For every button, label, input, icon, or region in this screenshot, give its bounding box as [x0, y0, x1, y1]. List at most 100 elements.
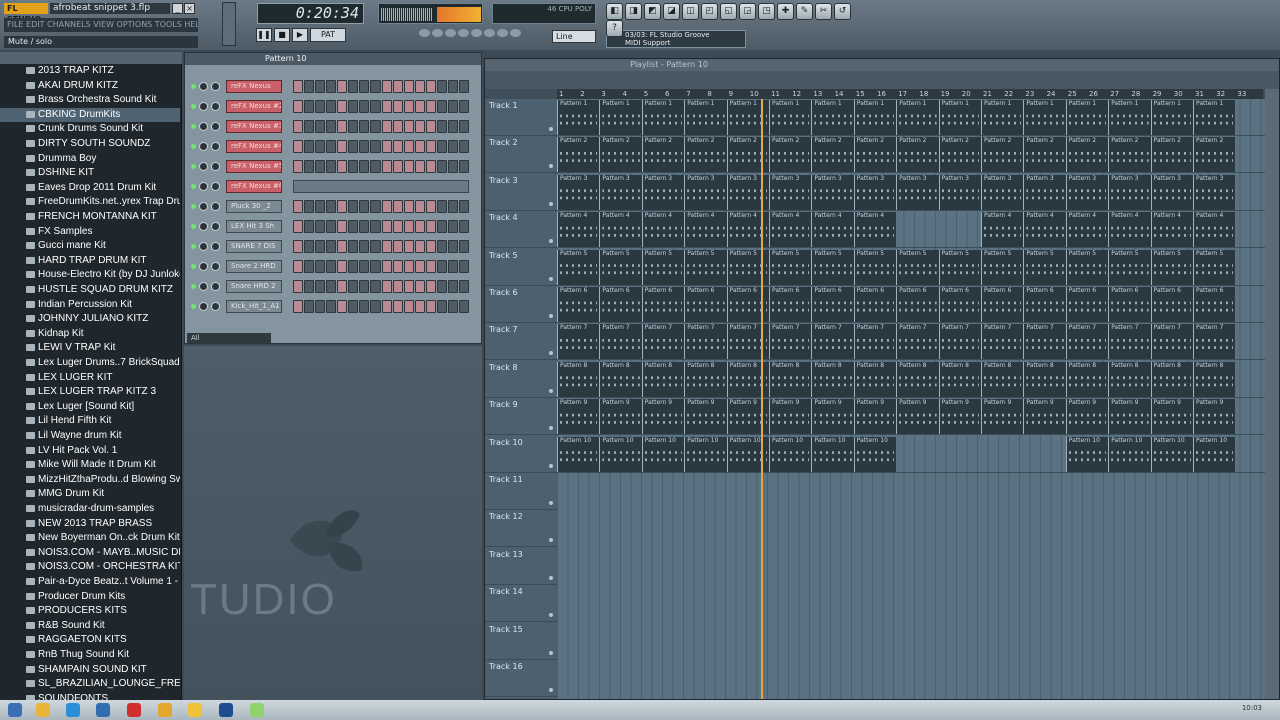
volume-knob[interactable]: [211, 222, 220, 231]
pattern-clip[interactable]: Pattern 6: [1150, 287, 1193, 322]
browser-folder-item[interactable]: NOIS3.COM - ORCHESTRA KIT: [0, 560, 180, 574]
step-button[interactable]: [403, 160, 414, 173]
step-button[interactable]: [425, 220, 436, 233]
pattern-clip[interactable]: Pattern 1: [1023, 100, 1066, 135]
pattern-clip[interactable]: Pattern 7: [557, 324, 600, 360]
step-button[interactable]: [447, 80, 458, 93]
channel-name-button[interactable]: Snare 2 HRD: [226, 260, 282, 273]
step-button[interactable]: [315, 160, 326, 173]
step-button[interactable]: [392, 300, 403, 313]
pattern-clip[interactable]: Pattern 7: [1108, 324, 1151, 360]
browser-folder-item[interactable]: LEWI V TRAP Kit: [0, 341, 180, 355]
pattern-clip[interactable]: Pattern 1: [811, 100, 854, 135]
step-button[interactable]: [315, 280, 326, 293]
pattern-clip[interactable]: Pattern 5: [1023, 249, 1066, 285]
minimize-button[interactable]: _: [172, 3, 183, 14]
pattern-clip[interactable]: Pattern 4: [1065, 212, 1109, 248]
track-led-icon[interactable]: [549, 314, 553, 318]
pattern-clip[interactable]: Pattern 3: [981, 174, 1024, 210]
playlist-toolbar[interactable]: [485, 71, 1279, 89]
snap-icon[interactable]: [471, 29, 482, 37]
channel-name-button[interactable]: Snare HRD 2: [226, 280, 282, 293]
step-button[interactable]: [436, 100, 447, 113]
step-button[interactable]: [447, 280, 458, 293]
step-button[interactable]: [359, 160, 370, 173]
step-button[interactable]: [414, 100, 425, 113]
pattern-clip[interactable]: Pattern 2: [599, 137, 642, 173]
step-button[interactable]: [337, 80, 348, 93]
step-button[interactable]: [381, 300, 392, 313]
track-header[interactable]: Track 8: [485, 361, 557, 398]
track-led-icon[interactable]: [549, 127, 553, 131]
browser-folder-item[interactable]: Producer Drum Kits: [0, 590, 180, 604]
track-led-icon[interactable]: [549, 351, 553, 356]
pattern-clip[interactable]: Pattern 9: [938, 399, 981, 435]
step-button[interactable]: [293, 240, 304, 253]
browser-folder-item[interactable]: LEX LUGER TRAP KITZ 3: [0, 385, 180, 399]
step-button[interactable]: [414, 160, 425, 173]
channel-mute-led[interactable]: [191, 184, 196, 189]
pattern-clip[interactable]: Pattern 7: [684, 324, 727, 360]
step-button[interactable]: [436, 140, 447, 153]
step-button[interactable]: [425, 100, 436, 113]
step-button[interactable]: [381, 140, 392, 153]
browser-folder-item[interactable]: NEW 2013 TRAP BRASS: [0, 517, 180, 531]
pattern-clip[interactable]: Pattern 7: [853, 324, 897, 360]
pattern-clip[interactable]: Pattern 1: [1108, 100, 1151, 135]
step-button[interactable]: [436, 240, 447, 253]
channel-name-button[interactable]: reFX Nexus #6: [226, 180, 282, 193]
step-button[interactable]: [436, 260, 447, 273]
pattern-clip[interactable]: Pattern 4: [853, 212, 897, 248]
track-led-icon[interactable]: [549, 463, 553, 468]
track-led-icon[interactable]: [549, 164, 553, 169]
step-button[interactable]: [436, 220, 447, 233]
pattern-clip[interactable]: Pattern 10: [769, 436, 812, 472]
playlist-title[interactable]: Playlist - Pattern 10: [485, 59, 1279, 71]
step-button[interactable]: [447, 200, 458, 213]
browser-folder-item[interactable]: PRODUCERS KITS: [0, 604, 180, 618]
track-header[interactable]: Track 11: [485, 473, 557, 510]
step-button[interactable]: [425, 240, 436, 253]
browser-folder-item[interactable]: DIRTY SOUTH SOUNDZ: [0, 137, 180, 151]
pause-button[interactable]: ❚❚: [256, 28, 272, 42]
pattern-clip[interactable]: Pattern 3: [1193, 174, 1236, 210]
step-button[interactable]: [392, 100, 403, 113]
step-button[interactable]: [293, 300, 304, 313]
pattern-clip[interactable]: Pattern 7: [981, 324, 1024, 360]
pattern-clip[interactable]: Pattern 1: [557, 100, 600, 135]
track-led-icon[interactable]: [549, 239, 553, 244]
pattern-clip[interactable]: Pattern 5: [1150, 249, 1193, 285]
pattern-clip[interactable]: Pattern 5: [1193, 249, 1236, 285]
step-button[interactable]: [370, 240, 381, 253]
snap-icons[interactable]: [418, 28, 546, 48]
browser-folder-item[interactable]: MizzHitZthaProdu..d Blowing Swag Kit: [0, 473, 180, 487]
channel-mute-led[interactable]: [191, 284, 196, 289]
pattern-clip[interactable]: Pattern 7: [896, 324, 939, 360]
step-button[interactable]: [403, 200, 414, 213]
step-button[interactable]: [293, 200, 304, 213]
step-button[interactable]: [326, 200, 337, 213]
volume-knob[interactable]: [211, 82, 220, 91]
pattern-clip[interactable]: Pattern 5: [726, 249, 769, 285]
browser-folder-item[interactable]: FreeDrumKits.net..yrex Trap Drum Kit: [0, 195, 180, 209]
channel-mute-led[interactable]: [191, 264, 196, 269]
channel-name-button[interactable]: reFX Nexus #5: [226, 160, 282, 173]
tool-button[interactable]: ◫: [682, 3, 699, 20]
step-button[interactable]: [392, 260, 403, 273]
tool-button[interactable]: ◳: [758, 3, 775, 20]
pattern-clip[interactable]: Pattern 7: [1023, 324, 1066, 360]
pattern-clip[interactable]: Pattern 1: [1065, 100, 1109, 135]
pattern-clip[interactable]: Pattern 9: [1023, 399, 1066, 435]
chrome-icon[interactable]: [158, 703, 172, 717]
close-button[interactable]: ×: [184, 3, 195, 14]
pattern-clip[interactable]: Pattern 7: [1150, 324, 1193, 360]
step-button[interactable]: [425, 260, 436, 273]
pan-knob[interactable]: [199, 202, 208, 211]
pattern-clip[interactable]: Pattern 4: [1193, 212, 1236, 248]
pattern-clip[interactable]: Pattern 10: [811, 436, 854, 472]
step-button[interactable]: [348, 280, 359, 293]
step-button[interactable]: [359, 240, 370, 253]
track-header[interactable]: Track 14: [485, 585, 557, 623]
browser-folder-item[interactable]: Gucci mane Kit: [0, 239, 180, 253]
step-button[interactable]: [392, 80, 403, 93]
